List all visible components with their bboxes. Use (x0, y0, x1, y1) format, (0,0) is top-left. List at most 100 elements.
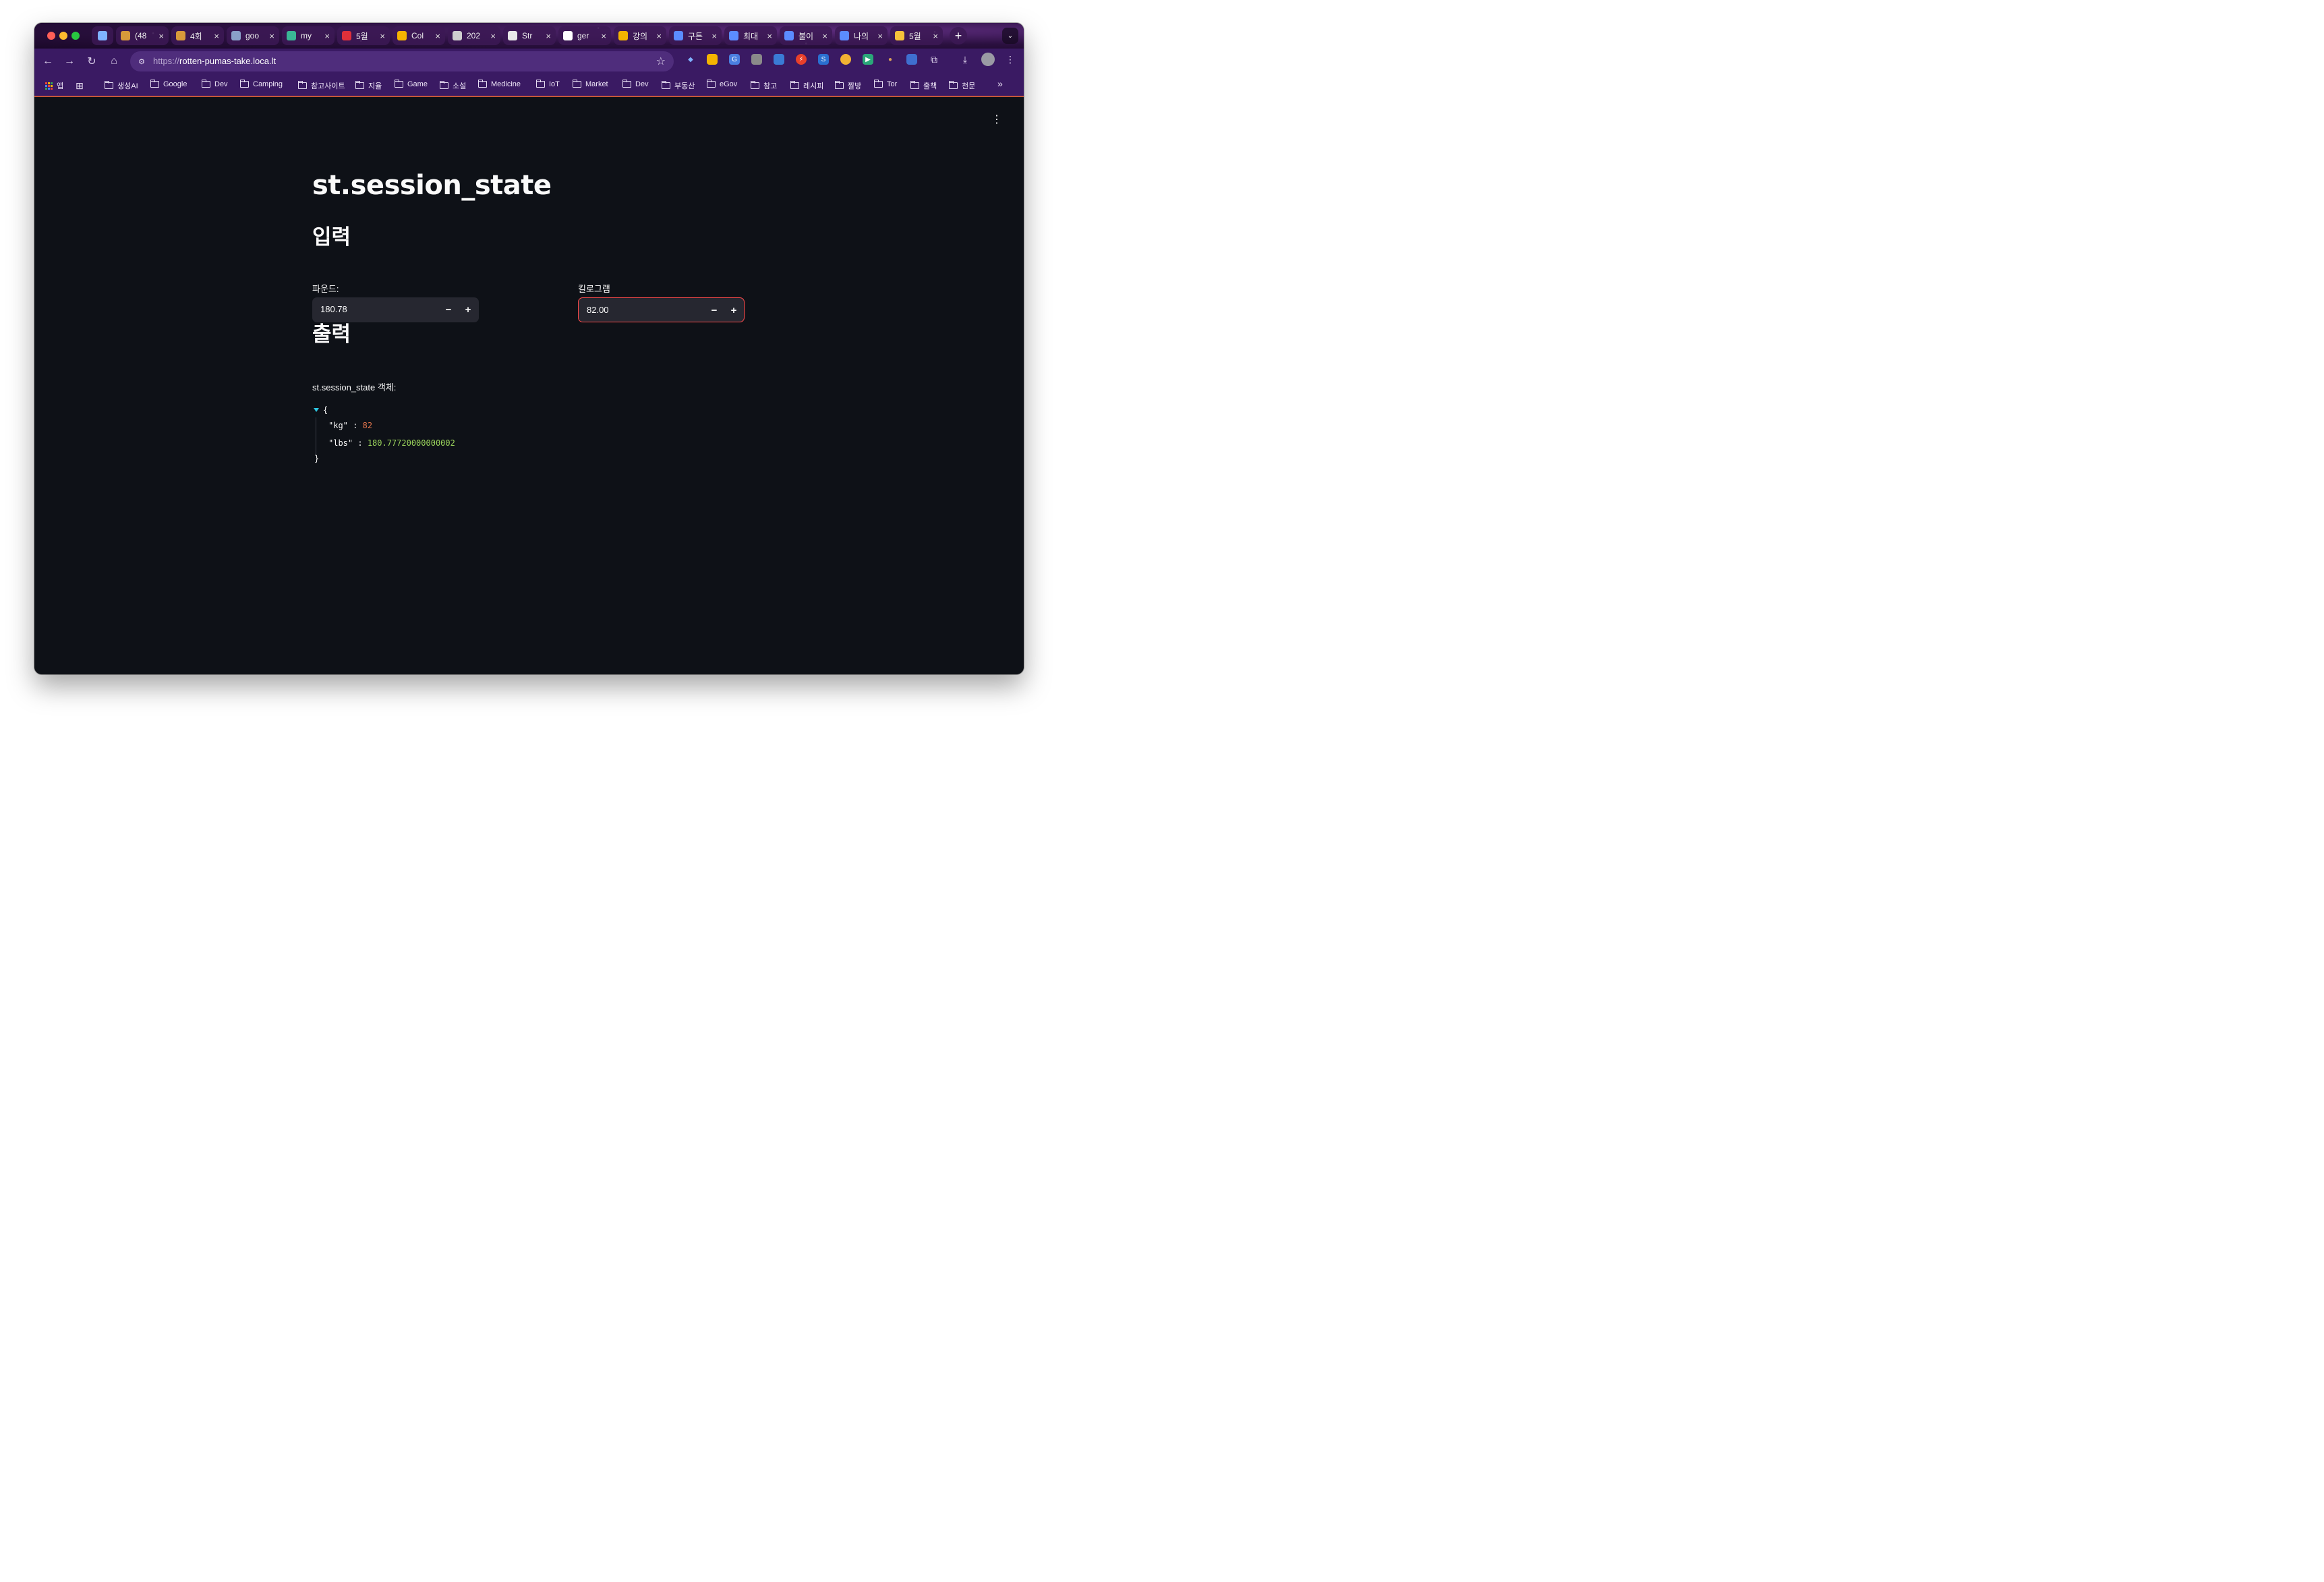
tab-groups-icon[interactable]: ⊞ (76, 80, 84, 92)
tab-close-icon[interactable]: × (546, 31, 551, 41)
kg-decrement-button[interactable]: − (706, 302, 722, 318)
bookmark-folder[interactable]: 출책 (910, 80, 937, 91)
bookmark-folder[interactable]: 생성AI (104, 80, 138, 91)
address-bar[interactable]: ⚙ https://rotten-pumas-take.loca.lt ☆ (130, 51, 674, 71)
browser-tab[interactable]: 5월 × (337, 26, 390, 45)
browser-tab[interactable]: 5월 × (890, 26, 943, 45)
bookmark-folder[interactable]: Market (572, 79, 608, 88)
pounds-decrement-button[interactable]: − (440, 301, 457, 318)
bookmark-folder[interactable]: 부동산 (661, 80, 695, 91)
folder-icon (439, 80, 448, 89)
bookmark-folder[interactable]: 짤방 (834, 80, 861, 91)
tab-close-icon[interactable]: × (435, 31, 440, 41)
folder-icon (790, 80, 799, 89)
keep-extension-icon[interactable] (707, 54, 718, 65)
kg-value[interactable]: 82.00 (587, 305, 609, 315)
s-extension-icon[interactable]: S (818, 54, 829, 65)
reload-icon[interactable]: ↻ (84, 54, 99, 69)
bookmark-folder[interactable]: Game (394, 79, 428, 88)
bookmarks-overflow-button[interactable]: » (997, 78, 1003, 89)
browser-tab[interactable]: 불이 × (780, 26, 832, 45)
browser-tab[interactable]: 최대 × (724, 26, 777, 45)
new-tab-button[interactable]: + (950, 27, 967, 45)
tab-close-icon[interactable]: × (656, 31, 662, 41)
box-icon (176, 31, 185, 40)
coin-extension-icon[interactable] (840, 54, 851, 65)
browser-tab[interactable]: 202 × (448, 26, 500, 45)
address-url[interactable]: https://rotten-pumas-take.loca.lt (153, 56, 276, 66)
gem-extension-icon[interactable]: ◆ (685, 54, 696, 65)
apps-label: 앱 (57, 82, 64, 90)
browser-tab[interactable]: 4회 × (171, 26, 224, 45)
bookmark-folder[interactable]: Google (150, 79, 187, 88)
globe-extension-icon[interactable] (906, 54, 917, 65)
tab-close-icon[interactable]: × (324, 31, 330, 41)
bookmark-folder[interactable]: 소설 (439, 80, 466, 91)
tab-close-icon[interactable]: × (601, 31, 606, 41)
forward-icon[interactable]: → (62, 54, 77, 69)
bookmark-folder[interactable]: eGov (706, 79, 737, 88)
browser-tab[interactable]: 구튼 × (669, 26, 722, 45)
json-open-brace: { (323, 405, 328, 415)
browser-tab[interactable]: Str × (503, 26, 556, 45)
tab-close-icon[interactable]: × (822, 31, 827, 41)
tab-search-button[interactable]: ⌄ (1002, 28, 1018, 44)
bookmark-folder[interactable]: 지율 (355, 80, 382, 91)
tab-close-icon[interactable]: × (767, 31, 772, 41)
bookmark-folder[interactable]: Tor (873, 79, 897, 88)
extensions-puzzle-icon[interactable]: ⧉ (929, 54, 939, 65)
profile-avatar[interactable] (981, 53, 995, 66)
hundred-icon (342, 31, 351, 40)
tab-close-icon[interactable]: × (933, 31, 938, 41)
main-menu-icon[interactable]: ⋮ (991, 115, 1002, 125)
tab-close-icon[interactable]: × (269, 31, 274, 41)
bookmark-folder[interactable]: Camping (239, 79, 283, 88)
tab-close-icon[interactable]: × (490, 31, 496, 41)
tab-close-icon[interactable]: × (214, 31, 219, 41)
tab-close-icon[interactable]: × (380, 31, 385, 41)
bookmark-folder[interactable]: 참고 (750, 80, 777, 91)
bookmark-folder[interactable]: 천문 (948, 80, 975, 91)
cookie-extension-icon[interactable]: ● (885, 54, 896, 65)
back-icon[interactable]: ← (40, 54, 55, 69)
folder-icon (622, 79, 631, 88)
browser-tab[interactable]: Col × (393, 26, 445, 45)
browser-tab[interactable] (92, 26, 113, 45)
bookmark-folder[interactable]: Medicine (477, 79, 521, 88)
browser-tab[interactable]: 강의 × (614, 26, 666, 45)
site-info-icon[interactable]: ⚙ (136, 56, 147, 67)
tab-close-icon[interactable]: × (877, 31, 883, 41)
pounds-increment-button[interactable]: + (460, 301, 476, 318)
bookmark-folder[interactable]: 레시피 (790, 80, 823, 91)
collapse-toggle-icon[interactable] (314, 408, 319, 412)
browser-tab[interactable]: 나의 × (835, 26, 888, 45)
translate-extension-icon[interactable]: G (729, 54, 740, 65)
bookmark-star-icon[interactable]: ☆ (656, 55, 666, 68)
bookmark-folder[interactable]: Dev (622, 79, 649, 88)
kg-increment-button[interactable]: + (726, 302, 742, 318)
bookmark-folder[interactable]: IoT (535, 79, 560, 88)
minimize-window-button[interactable] (59, 32, 67, 40)
bolt-extension-icon[interactable]: ⚡ (796, 54, 807, 65)
pounds-value[interactable]: 180.78 (320, 304, 347, 314)
bookmark-folder[interactable]: Dev (201, 79, 228, 88)
browser-window: (48 × 4회 × goo × my × 5월 × Col × 202 × Str × ger × 강의 × 구튼 × 최… (34, 23, 1024, 674)
browser-tab[interactable]: goo × (227, 26, 279, 45)
tab-close-icon[interactable]: × (711, 31, 717, 41)
bookmark-folder[interactable]: 참고사이트 (297, 80, 345, 91)
browser-tab[interactable]: ger × (558, 26, 611, 45)
apps-shortcut[interactable]: 앱 (45, 80, 63, 91)
drive-icon (397, 31, 407, 40)
close-window-button[interactable] (47, 32, 55, 40)
play-extension-icon[interactable]: ▶ (863, 54, 873, 65)
shield-blue-extension-icon[interactable] (774, 54, 784, 65)
browser-menu-icon[interactable]: ⋮ (1005, 54, 1016, 65)
browser-tab[interactable]: (48 × (116, 26, 169, 45)
tab-title: (48 (135, 31, 147, 40)
browser-tab[interactable]: my × (282, 26, 335, 45)
shield-extension-icon[interactable] (751, 54, 762, 65)
download-icon[interactable]: ⤓ (960, 54, 970, 65)
maximize-window-button[interactable] (71, 32, 80, 40)
home-icon[interactable]: ⌂ (107, 54, 121, 69)
tab-close-icon[interactable]: × (158, 31, 164, 41)
